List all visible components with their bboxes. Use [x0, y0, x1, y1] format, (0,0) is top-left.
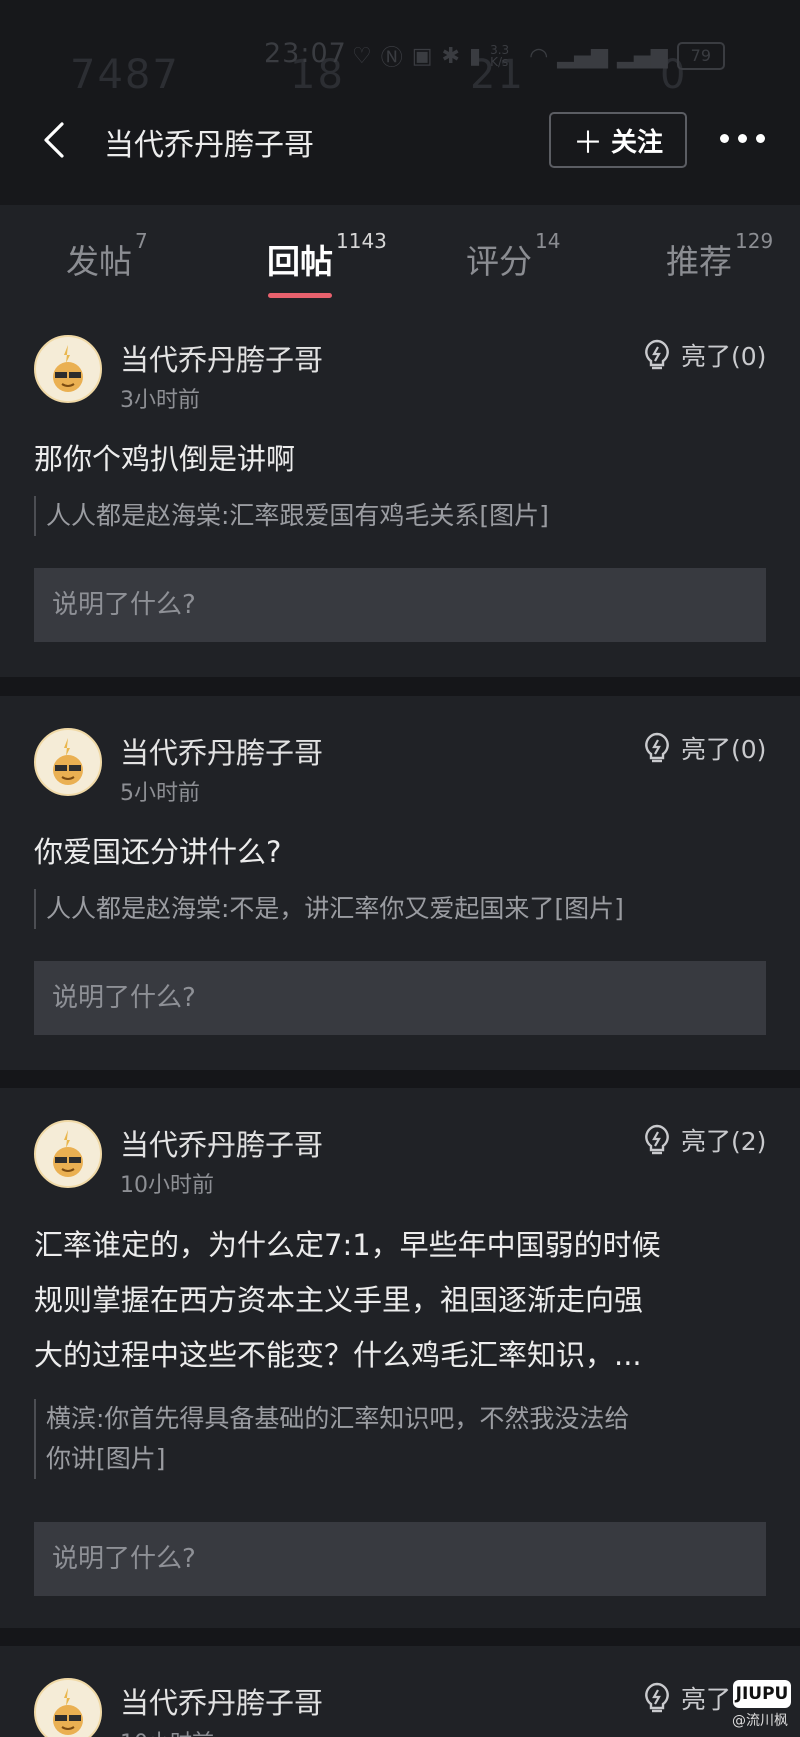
quoted-post[interactable]: 横滨:你首先得具备基础的汇率知识吧，不然我没法给 你讲[图片]	[34, 1399, 766, 1479]
like-count: 亮了(2)	[681, 1127, 767, 1156]
post-content: 汇率谁定的，为什么定7:1，早些年中国弱的时候 规则掌握在西方资本主义手里，祖国…	[34, 1218, 774, 1383]
active-tab-indicator	[268, 293, 332, 298]
reply-input[interactable]: 说明了什么?	[34, 1522, 766, 1596]
chevron-left-icon	[44, 122, 64, 158]
reply-input[interactable]: 说明了什么?	[34, 961, 766, 1035]
post-content: 那你个鸡扒倒是讲啊	[34, 433, 774, 485]
clock: 23:07	[264, 38, 347, 69]
tab-label: 发帖	[66, 242, 132, 281]
content-line: 规则掌握在西方资本主义手里，祖国逐渐走向强	[34, 1283, 644, 1317]
tab-recommended[interactable]: 推荐129	[666, 229, 773, 283]
back-button[interactable]	[42, 120, 82, 164]
like-count: 亮了	[681, 1685, 732, 1714]
tab-posts[interactable]: 发帖7	[66, 229, 148, 283]
battery-icon: 79	[676, 42, 725, 70]
like-button[interactable]: 亮了(2)	[643, 1122, 766, 1158]
vibrate-icon: ▣	[411, 43, 433, 69]
post-time: 10小时前	[120, 1173, 214, 1198]
status-bar: 7487 18 21 0 23:07 ♡ Ⓝ ▣ ✱ ▮ 3.3 K/s ◠ ▂…	[0, 0, 800, 100]
signal-icon: ▂▄▆	[617, 43, 668, 69]
ghost-number: 7487	[70, 52, 180, 98]
net-speed: 3.3 K/s	[490, 43, 510, 69]
top-bar: 当代乔丹胯子哥 ＋ 关注	[0, 100, 800, 205]
more-button[interactable]	[720, 134, 765, 143]
lightbulb-icon	[645, 1124, 669, 1155]
post-time: 5小时前	[120, 781, 200, 806]
tab-count: 1143	[336, 229, 387, 253]
post-time: 3小时前	[120, 388, 200, 413]
app-screen: 7487 18 21 0 23:07 ♡ Ⓝ ▣ ✱ ▮ 3.3 K/s ◠ ▂…	[0, 0, 800, 1737]
tab-count: 129	[735, 229, 774, 253]
avatar-icon	[53, 345, 83, 392]
follow-button[interactable]: ＋ 关注	[549, 112, 687, 168]
quoted-post[interactable]: 人人都是赵海棠:不是，讲汇率你又爱起国来了[图片]	[34, 889, 766, 929]
post-content: 你爱国还分讲什么?	[34, 826, 774, 878]
tab-bar: 发帖7 回帖1143 评分14 推荐129	[0, 205, 800, 303]
lightbulb-icon	[645, 339, 669, 370]
reply-card: 当代乔丹胯子哥 10小时前 亮了	[0, 1646, 800, 1737]
content-line: 大的过程中这些不能变？什么鸡毛汇率知识，...	[34, 1338, 642, 1372]
tab-ratings[interactable]: 评分14	[466, 229, 560, 283]
reply-card: 当代乔丹胯子哥 10小时前 亮了(2) 汇率谁定的，为什么定7:1，早些年中国弱…	[0, 1088, 800, 1628]
reply-input[interactable]: 说明了什么?	[34, 568, 766, 642]
watermark-user: @流川枫	[732, 1713, 788, 1729]
avatar[interactable]	[34, 1678, 102, 1737]
avatar[interactable]	[34, 728, 102, 796]
avatar[interactable]	[34, 335, 102, 403]
avatar-icon	[53, 738, 83, 785]
sim-icon: ▮	[468, 43, 482, 69]
more-dots-icon	[720, 134, 729, 143]
content-line: 汇率谁定的，为什么定7:1，早些年中国弱的时候	[34, 1228, 661, 1262]
quote-line: 人人都是赵海棠:不是，讲汇率你又爱起国来了[图片]	[46, 894, 624, 923]
more-dot	[756, 134, 765, 143]
tab-label: 推荐	[666, 242, 732, 281]
avatar-icon	[53, 1688, 83, 1735]
tab-label: 评分	[466, 242, 532, 281]
like-count: 亮了(0)	[681, 735, 767, 764]
like-button[interactable]: 亮了	[643, 1680, 731, 1716]
like-button[interactable]: 亮了(0)	[643, 337, 766, 373]
quote-line: 你讲[图片]	[46, 1444, 166, 1473]
quote-line: 人人都是赵海棠:汇率跟爱国有鸡毛关系[图片]	[46, 501, 549, 530]
signal-icon: ▂▄▆	[557, 43, 609, 69]
author-name[interactable]: 当代乔丹胯子哥	[120, 730, 323, 772]
watermark-logo: JIUPU	[733, 1680, 791, 1708]
tab-replies[interactable]: 回帖1143	[267, 229, 387, 283]
more-dot	[738, 134, 747, 143]
status-icons: ♡ Ⓝ ▣ ✱ ▮ 3.3 K/s ◠ ▂▄▆ ▂▄▆ 79	[352, 40, 725, 72]
content-line: 那你个鸡扒倒是讲啊	[34, 442, 296, 476]
follow-label: 关注	[610, 127, 663, 158]
page-title: 当代乔丹胯子哥	[104, 128, 314, 163]
quote-line: 横滨:你首先得具备基础的汇率知识吧，不然我没法给	[46, 1404, 630, 1433]
plus-icon: ＋	[572, 126, 603, 161]
lightbulb-icon	[645, 732, 669, 763]
heart-icon: ♡	[352, 43, 372, 69]
like-button[interactable]: 亮了(0)	[643, 730, 766, 766]
nfc-icon: Ⓝ	[380, 46, 403, 71]
avatar[interactable]	[34, 1120, 102, 1188]
author-name[interactable]: 当代乔丹胯子哥	[120, 1122, 323, 1164]
author-name[interactable]: 当代乔丹胯子哥	[120, 337, 323, 379]
reply-card: 当代乔丹胯子哥 5小时前 亮了(0) 你爱国还分讲什么? 人人都是赵海棠:不是，…	[0, 696, 800, 1070]
bluetooth-icon: ✱	[441, 43, 460, 69]
quoted-post[interactable]: 人人都是赵海棠:汇率跟爱国有鸡毛关系[图片]	[34, 496, 766, 536]
post-time: 10小时前	[120, 1725, 214, 1737]
tab-label: 回帖	[267, 242, 333, 281]
avatar-icon	[53, 1130, 83, 1177]
like-count: 亮了(0)	[681, 342, 767, 371]
tab-count: 7	[135, 229, 148, 253]
content-line: 你爱国还分讲什么?	[34, 835, 282, 869]
lightbulb-icon	[645, 1682, 669, 1713]
author-name[interactable]: 当代乔丹胯子哥	[120, 1680, 323, 1722]
tab-count: 14	[535, 229, 561, 253]
wifi-icon: ◠	[529, 43, 549, 69]
reply-card: 当代乔丹胯子哥 3小时前 亮了(0) 那你个鸡扒倒是讲啊 人人都是赵海棠:汇率跟…	[0, 303, 800, 677]
